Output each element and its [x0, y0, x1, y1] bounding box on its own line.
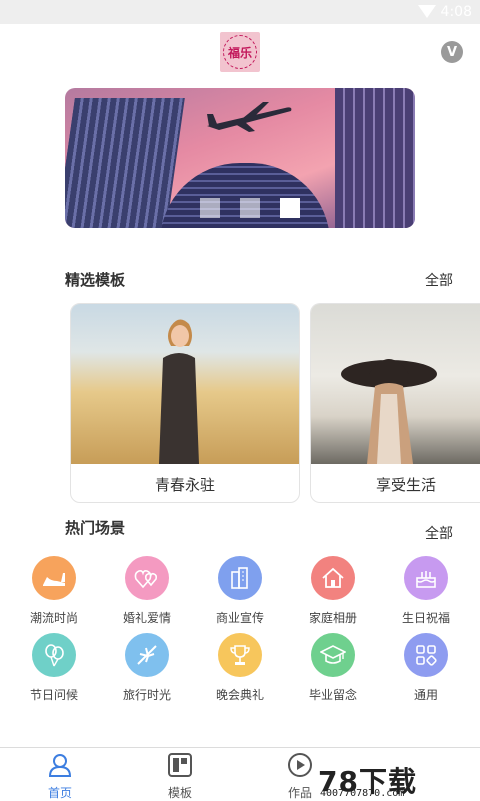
banner-indicator: [200, 198, 300, 218]
scene-item-gala[interactable]: 晚会典礼: [200, 633, 280, 703]
cake-icon: [404, 556, 448, 600]
tab-templates[interactable]: 模板: [145, 752, 215, 801]
user-home-icon: [48, 754, 72, 777]
template-icon: [168, 753, 192, 777]
scene-label: 潮流时尚: [29, 611, 78, 625]
scene-item-general[interactable]: 通用: [386, 633, 466, 703]
template-card-title: 享受生活: [375, 476, 436, 494]
scene-item-graduation[interactable]: 毕业留念: [293, 633, 373, 703]
building-icon: [218, 556, 262, 600]
scene-label: 节日问候: [29, 688, 78, 702]
trophy-icon: [218, 633, 262, 677]
airplane-image: [207, 102, 292, 132]
scene-item-business[interactable]: 商业宣传: [200, 556, 280, 626]
house-icon: [311, 556, 355, 600]
scenes-view-all-link[interactable]: 全部: [425, 523, 453, 543]
app-logo: 福乐: [220, 32, 260, 72]
tab-home-label: 首页: [47, 786, 72, 800]
watermark-url: 4007707870.com: [320, 788, 405, 799]
scene-label: 通用: [413, 688, 438, 702]
featured-section-title: 精选模板: [65, 271, 126, 289]
airplane-icon: [125, 633, 169, 677]
app-logo-text: 福乐: [223, 35, 257, 69]
graduation-cap-icon: [311, 633, 355, 677]
template-card-title: 青春永驻: [154, 476, 215, 494]
scene-label: 商业宣传: [215, 611, 264, 625]
play-icon: [288, 753, 312, 777]
scene-label: 婚礼爱情: [122, 611, 171, 625]
status-bar: 4:08: [0, 0, 480, 24]
tab-templates-label: 模板: [167, 786, 192, 800]
template-card[interactable]: 青春永驻: [70, 303, 300, 503]
wifi-icon: [418, 5, 436, 18]
scene-label: 旅行时光: [122, 688, 171, 702]
hearts-icon: [125, 556, 169, 600]
template-card-image: [71, 304, 299, 464]
tab-home[interactable]: 首页: [25, 752, 95, 801]
scene-label: 家庭相册: [308, 611, 357, 625]
scene-item-fashion[interactable]: 潮流时尚: [14, 556, 94, 626]
scene-label: 毕业留念: [308, 688, 357, 702]
scenes-section-title: 热门场景: [65, 519, 126, 537]
template-card[interactable]: 享受生活: [310, 303, 480, 503]
vip-icon[interactable]: V: [441, 41, 463, 63]
featured-view-all-link[interactable]: 全部: [425, 270, 453, 290]
scene-item-travel[interactable]: 旅行时光: [107, 633, 187, 703]
status-time: 4:08: [440, 4, 472, 20]
scene-item-holiday[interactable]: 节日问候: [14, 633, 94, 703]
scene-item-wedding[interactable]: 婚礼爱情: [107, 556, 187, 626]
building-center-image: [160, 163, 330, 228]
scene-label: 晚会典礼: [215, 688, 264, 702]
building-right-image: [335, 88, 415, 228]
scene-item-family[interactable]: 家庭相册: [293, 556, 373, 626]
grid-icon: [404, 633, 448, 677]
banner-dot-active[interactable]: [280, 198, 300, 218]
banner-dot[interactable]: [240, 198, 260, 218]
balloon-icon: [32, 633, 76, 677]
scene-label: 生日祝福: [401, 611, 450, 625]
banner-dot[interactable]: [200, 198, 220, 218]
watermark: 78下载 4007707870.com: [318, 760, 478, 800]
template-card-image: [311, 304, 480, 464]
high-heel-icon: [32, 556, 76, 600]
scene-item-birthday[interactable]: 生日祝福: [386, 556, 466, 626]
